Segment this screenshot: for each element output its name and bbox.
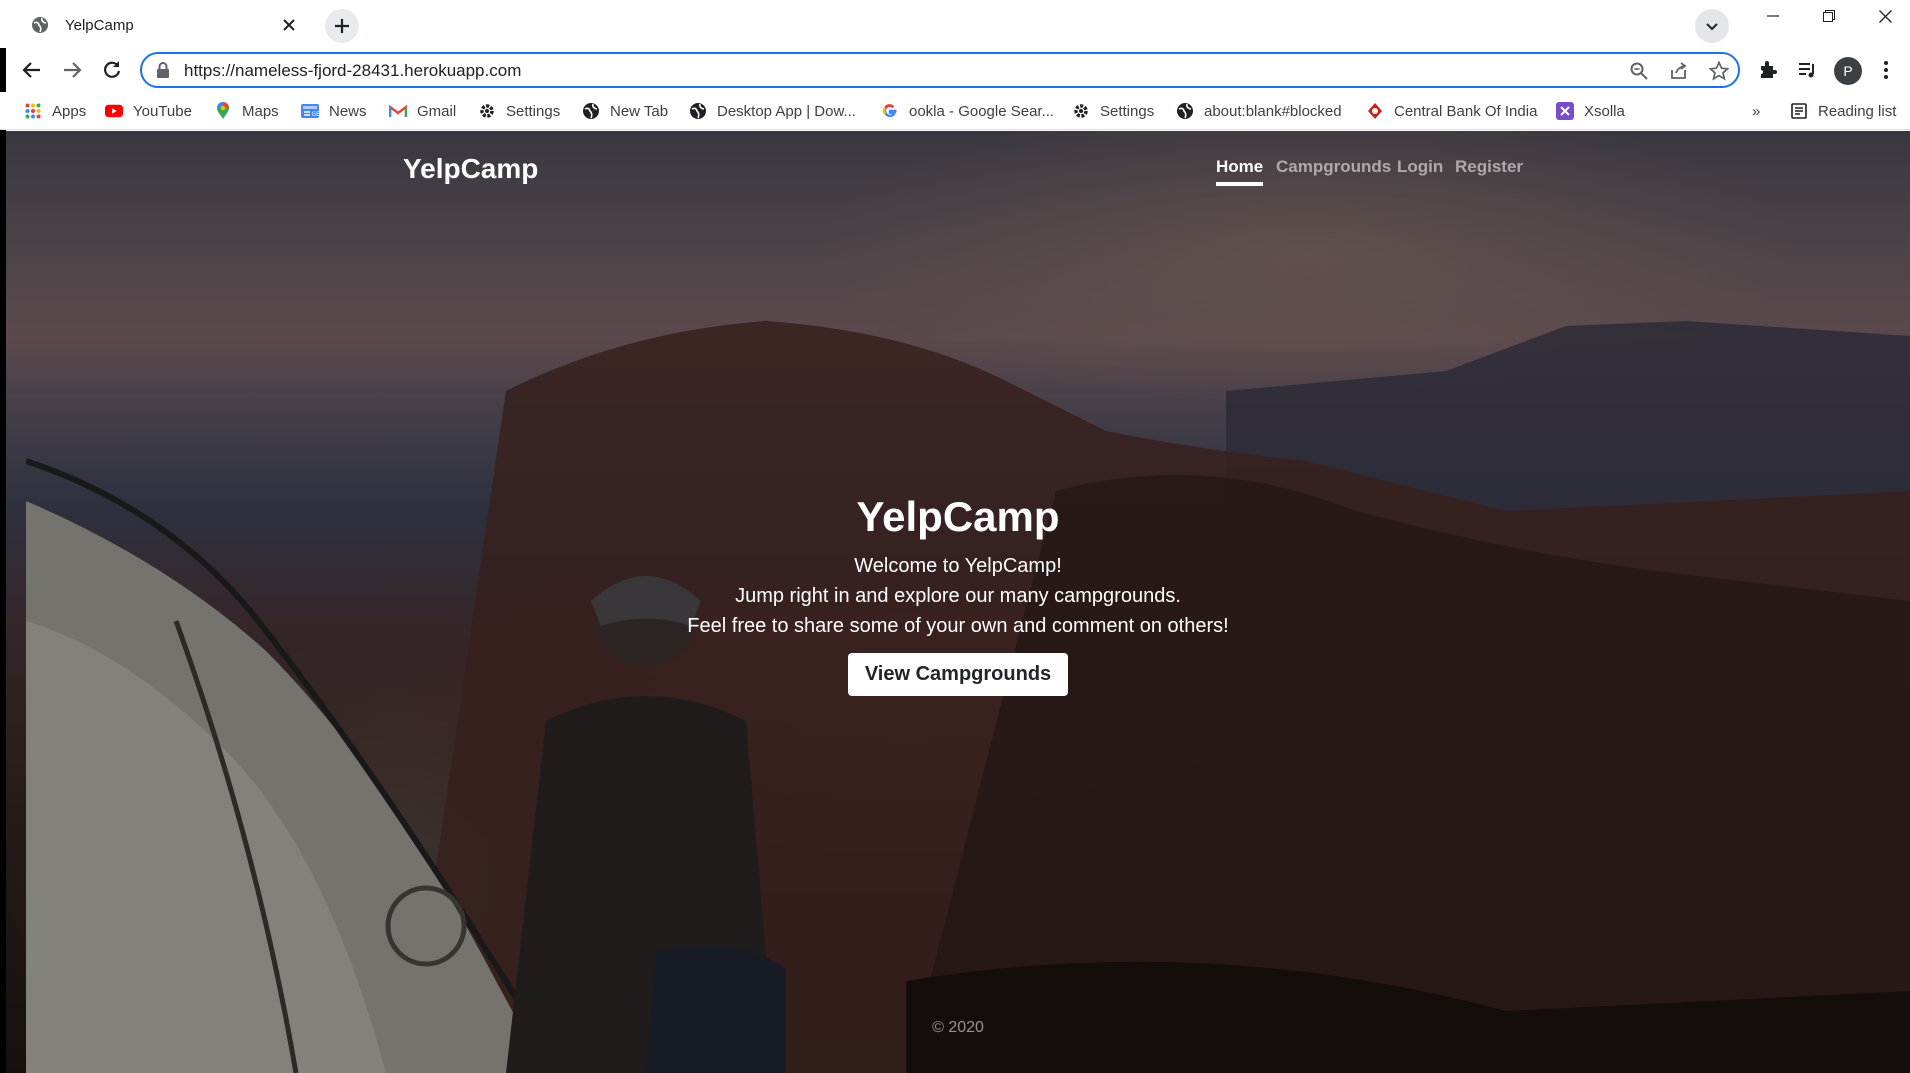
nav-campgrounds[interactable]: Campgrounds [1276, 157, 1391, 177]
bookmark-settings[interactable]: Settings [478, 100, 560, 122]
hero-section: YelpCamp Welcome to YelpCamp! Jump right… [6, 493, 1910, 696]
bookmark-ookla-search[interactable]: ookla - Google Sear... [881, 100, 1054, 122]
nav-login[interactable]: Login [1397, 157, 1443, 177]
hero-welcome-text: Welcome to YelpCamp! [854, 555, 1062, 577]
gmail-icon [389, 102, 407, 120]
bookmark-label: Settings [1100, 102, 1155, 120]
hero-explore-text: Jump right in and explore our many campg… [735, 585, 1181, 607]
bookmarks-bar: Apps YouTube Maps GE News Gmail Settings [0, 92, 1910, 130]
bookmark-label: YouTube [133, 102, 192, 120]
maps-pin-icon [214, 102, 232, 120]
bookmark-label: Xsolla [1584, 102, 1625, 120]
xsolla-icon [1556, 102, 1574, 120]
browser-toolbar: https://nameless-fjord-28431.herokuapp.c… [0, 48, 1910, 92]
footer-copyright: © 2020 [932, 1019, 984, 1036]
minimize-window-button[interactable] [1745, 0, 1801, 32]
tab-search-button[interactable] [1695, 9, 1729, 43]
close-tab-icon[interactable] [278, 14, 300, 36]
url-text[interactable]: https://nameless-fjord-28431.herokuapp.c… [184, 61, 521, 81]
menu-icon[interactable] [1874, 58, 1898, 82]
tab-strip: YelpCamp [0, 0, 1910, 48]
bookmarks-overflow-button[interactable]: » [1752, 100, 1760, 122]
bookmark-label: about:blank#blocked [1204, 102, 1342, 120]
bank-icon [1366, 102, 1384, 120]
bookmark-label: Gmail [417, 102, 457, 120]
close-window-button[interactable] [1857, 0, 1910, 32]
apps-grid-icon [24, 102, 42, 120]
forward-button[interactable] [56, 54, 88, 86]
globe-icon [30, 15, 50, 35]
site-navbar: YelpCamp Home Campgrounds Login Register [6, 131, 1910, 191]
restore-window-button[interactable] [1801, 0, 1857, 32]
zoom-icon[interactable] [1628, 60, 1650, 82]
bookmark-new-tab[interactable]: New Tab [582, 100, 668, 122]
bookmark-label: Apps [52, 102, 87, 120]
bookmark-label: News [329, 102, 367, 120]
share-icon[interactable] [1668, 60, 1690, 82]
hero-background: YelpCamp Home Campgrounds Login Register… [6, 131, 1910, 1073]
reading-list-icon [1790, 102, 1808, 120]
new-tab-button[interactable] [325, 9, 359, 43]
bookmark-desktop-app[interactable]: Desktop App | Dow... [689, 100, 856, 122]
bookmark-maps[interactable]: Maps [214, 100, 279, 122]
hero-share-text: Feel free to share some of your own and … [687, 615, 1229, 637]
reading-list-button[interactable]: Reading list [1790, 100, 1896, 122]
lock-icon[interactable] [156, 62, 170, 83]
bookmark-apps[interactable]: Apps [24, 100, 86, 122]
view-campgrounds-button[interactable]: View Campgrounds [847, 653, 1069, 696]
bookmark-label: Central Bank Of India [1394, 102, 1538, 120]
globe-icon [689, 102, 707, 120]
reload-button[interactable] [96, 54, 128, 86]
site-brand[interactable]: YelpCamp [403, 153, 538, 185]
bookmark-label: Settings [506, 102, 561, 120]
bookmark-label: ookla - Google Sear... [909, 102, 1055, 120]
gear-icon [478, 102, 496, 120]
bookmark-star-icon[interactable] [1708, 60, 1730, 82]
bookmark-youtube[interactable]: YouTube [105, 100, 192, 122]
globe-icon [1176, 102, 1194, 120]
back-button[interactable] [16, 54, 48, 86]
nav-register[interactable]: Register [1455, 157, 1523, 177]
google-icon [881, 102, 899, 120]
bookmark-settings-2[interactable]: Settings [1072, 100, 1154, 122]
address-bar[interactable]: https://nameless-fjord-28431.herokuapp.c… [140, 52, 1740, 88]
bookmark-xsolla[interactable]: Xsolla [1556, 100, 1625, 122]
bookmark-label: Desktop App | Dow... [717, 102, 856, 120]
bookmark-label: Maps [242, 102, 279, 120]
gear-icon [1072, 102, 1090, 120]
bookmark-central-bank[interactable]: Central Bank Of India [1366, 100, 1537, 122]
bookmark-label: New Tab [610, 102, 669, 120]
nav-home[interactable]: Home [1216, 157, 1264, 186]
hero-title: YelpCamp [856, 493, 1060, 540]
bookmark-about-blank[interactable]: about:blank#blocked [1176, 100, 1342, 122]
media-control-icon[interactable] [1795, 58, 1819, 82]
tab-title: YelpCamp [65, 16, 134, 34]
reading-list-label: Reading list [1818, 102, 1897, 120]
youtube-icon [105, 102, 123, 120]
profile-avatar[interactable]: P [1834, 57, 1862, 85]
news-icon: GE [301, 102, 319, 120]
globe-icon [582, 102, 600, 120]
svg-text:GE: GE [312, 111, 320, 118]
bookmark-gmail[interactable]: Gmail [389, 100, 456, 122]
browser-tab[interactable]: YelpCamp [14, 6, 314, 44]
extensions-icon[interactable] [1756, 58, 1780, 82]
bookmark-news[interactable]: GE News [301, 100, 367, 122]
